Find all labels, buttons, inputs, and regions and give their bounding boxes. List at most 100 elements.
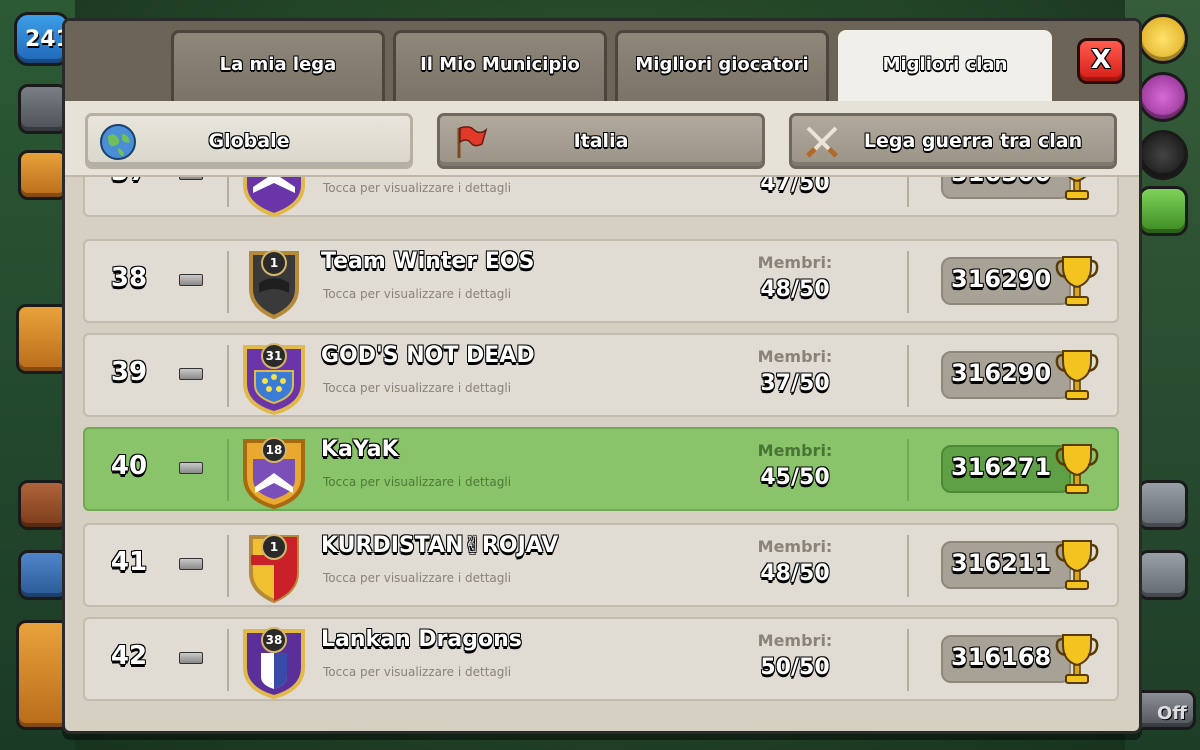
tab-label: Migliori clan: [882, 54, 1008, 75]
attack-icon[interactable]: [18, 480, 68, 530]
gems-icon: [1138, 186, 1188, 236]
clan-row-own[interactable]: 40 18 KaYaK Tocca per visualizzare i det…: [83, 427, 1119, 511]
dark-elixir-icon: [1138, 130, 1188, 180]
row-hint: Tocca per visualizzare i dettagli: [323, 475, 512, 489]
trophy-icon: [1055, 350, 1099, 400]
members-label: Membri:: [757, 537, 833, 556]
layout-icon[interactable]: [1138, 480, 1188, 530]
tab-my-league[interactable]: La mia lega: [171, 30, 385, 104]
rank-number: 39: [110, 357, 148, 387]
clan-level: 18: [261, 437, 287, 463]
rank-change-icon: [179, 177, 203, 180]
row-hint: Tocca per visualizzare i dettagli: [323, 181, 512, 195]
trophy-icon: [1055, 444, 1099, 494]
row-hint: Tocca per visualizzare i dettagli: [323, 665, 512, 679]
rank-number: 37: [99, 177, 159, 187]
clan-name: Lankan Dragons: [321, 627, 522, 652]
clan-row[interactable]: 39 31 GOD'S NOT DEAD Tocca per visualizz…: [83, 333, 1119, 417]
trophy-count: 316290: [951, 359, 1052, 387]
row-hint: Tocca per visualizzare i dettagli: [323, 381, 512, 395]
league-icon[interactable]: [18, 84, 68, 134]
rank-change-icon: [179, 368, 203, 380]
tab-label: Migliori giocatori: [635, 54, 809, 75]
row-divider: [907, 629, 909, 691]
tab-top-clans[interactable]: Migliori clan: [838, 30, 1052, 106]
clan-level: 1: [261, 534, 287, 560]
trophy-icon: [1055, 634, 1099, 684]
clan-name: KURDISTAN✌ROJAV: [321, 533, 559, 558]
rank-number: 40: [110, 451, 148, 481]
tab-label: La mia lega: [219, 54, 337, 75]
trophy-count: 316290: [951, 265, 1052, 293]
filter-italy-button[interactable]: Italia: [437, 113, 765, 169]
barbarian-icon[interactable]: [18, 550, 68, 600]
row-hint: Tocca per visualizzare i dettagli: [323, 571, 512, 585]
members-count: 37/50: [760, 371, 830, 396]
offline-label: Off: [1157, 703, 1187, 724]
clan-leaderboard-list[interactable]: 37 Tocca per visualizzare i dettagli 47/…: [83, 177, 1119, 717]
close-button[interactable]: X: [1077, 38, 1125, 84]
members-count: 45/50: [760, 465, 830, 490]
clan-row[interactable]: 41 1 KURDISTAN✌ROJAV Tocca per visualizz…: [83, 523, 1119, 607]
filter-label: Italia: [573, 130, 629, 152]
trophy-count: 316300: [951, 177, 1051, 187]
clan-name: Team Winter EOS: [321, 249, 535, 274]
rank-number: 41: [110, 547, 148, 577]
crossed-swords-icon: [806, 126, 838, 158]
row-divider: [227, 251, 229, 313]
clan-level: 31: [261, 343, 287, 369]
rank-change-icon: [179, 652, 203, 664]
filter-clan-war-league-button[interactable]: Lega guerra tra clan: [789, 113, 1117, 169]
members-label: Membri:: [757, 253, 833, 272]
tab-label: Il Mio Municipio: [420, 54, 580, 75]
clan-name: KaYaK: [321, 437, 399, 462]
trophy-count: 316168: [951, 643, 1052, 671]
tasks-icon[interactable]: [18, 150, 68, 200]
gold-icon: [1138, 14, 1188, 64]
members-count: 48/50: [760, 561, 830, 586]
row-divider: [907, 251, 909, 313]
members-count: 48/50: [760, 277, 830, 302]
members-count: 50/50: [760, 655, 830, 680]
rank-change-icon: [179, 558, 203, 570]
filter-label: Lega guerra tra clan: [863, 130, 1083, 152]
row-divider: [227, 345, 229, 407]
trophy-icon: [1055, 540, 1099, 590]
members-count: 47/50: [760, 177, 830, 196]
elixir-icon: [1138, 72, 1188, 122]
row-divider: [227, 439, 229, 501]
trophy-icon: [1065, 177, 1089, 200]
members-label: Membri:: [757, 631, 833, 650]
tab-top-players[interactable]: Migliori giocatori: [615, 30, 829, 104]
close-icon: X: [1090, 45, 1112, 75]
clan-row[interactable]: 42 38 Lankan Dragons Tocca per visualizz…: [83, 617, 1119, 701]
flag-icon: [457, 126, 488, 158]
trophy-icon: [1055, 256, 1099, 306]
filter-bar: Globale Italia Lega guerra tra clan: [65, 101, 1139, 177]
rank-number: 42: [110, 641, 148, 671]
rank-change-icon: [179, 274, 203, 286]
filter-label: Globale: [208, 130, 290, 152]
clan-level: 1: [261, 250, 287, 276]
row-divider: [907, 439, 909, 501]
row-divider: [227, 177, 229, 207]
rank-change-icon: [179, 462, 203, 474]
clan-row[interactable]: 38 1 Team Winter EOS Tocca per visualizz…: [83, 239, 1119, 323]
tab-my-town-hall[interactable]: Il Mio Municipio: [393, 30, 607, 104]
settings-gear-icon[interactable]: [1138, 550, 1188, 600]
clan-badge-icon: [243, 177, 305, 217]
row-divider: [907, 177, 909, 207]
globe-icon: [100, 124, 136, 160]
row-divider: [907, 535, 909, 597]
rank-number: 38: [110, 263, 148, 293]
row-hint: Tocca per visualizzare i dettagli: [323, 287, 512, 301]
row-divider: [907, 345, 909, 407]
leaderboard-panel: La mia lega Il Mio Municipio Migliori gi…: [62, 18, 1142, 734]
filter-global-button[interactable]: Globale: [85, 113, 413, 169]
members-label: Membri:: [757, 441, 833, 460]
row-divider: [227, 535, 229, 597]
clan-level: 38: [261, 627, 287, 653]
clan-row[interactable]: 37 Tocca per visualizzare i dettagli 47/…: [83, 177, 1119, 217]
clan-name: GOD'S NOT DEAD: [321, 343, 535, 368]
row-divider: [227, 629, 229, 691]
